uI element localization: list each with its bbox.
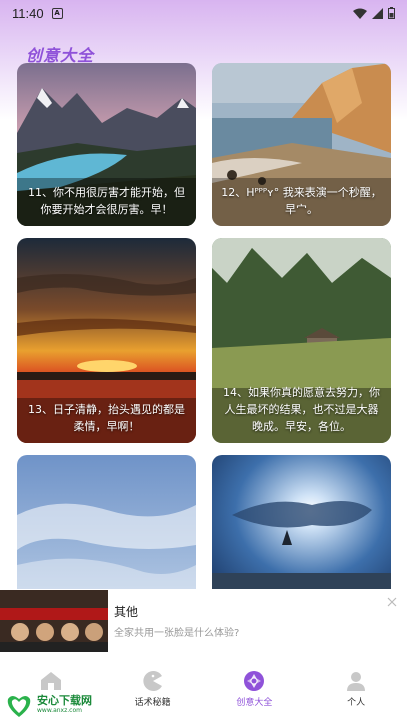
notification-icon: A bbox=[51, 7, 63, 19]
tab-ideas[interactable]: 创意大全 bbox=[204, 652, 306, 723]
status-icons bbox=[353, 7, 395, 19]
watermark: 安心下载网 www.anxz.com bbox=[4, 691, 92, 719]
status-time: 11:40 bbox=[12, 5, 44, 21]
aperture-icon bbox=[244, 671, 265, 691]
watermark-url: www.anxz.com bbox=[37, 707, 82, 714]
idea-card[interactable] bbox=[212, 455, 391, 589]
ad-subtitle: 全家共用一张脸是什么体验? bbox=[114, 628, 240, 639]
tab-label: 创意大全 bbox=[236, 698, 273, 708]
ad-thumbnail-image bbox=[0, 590, 108, 652]
tab-scripts[interactable]: 话术秘籍 bbox=[102, 652, 204, 723]
idea-card[interactable]: 14、如果你真的愿意去努力，你人生最坏的结果，也不过是大器晚成。早安，各位。 bbox=[212, 238, 391, 443]
idea-card[interactable]: 13、日子清静，抬头遇见的都是柔情，早啊！ bbox=[17, 238, 196, 443]
card-image-cloudy-sky bbox=[17, 455, 196, 589]
tab-profile[interactable]: 个人 bbox=[305, 652, 407, 723]
person-icon bbox=[347, 672, 366, 691]
watermark-name: 安心下载网 bbox=[37, 694, 92, 707]
card-caption: 14、如果你真的愿意去努力，你人生最坏的结果，也不过是大器晚成。早安，各位。 bbox=[223, 386, 380, 433]
card-image-sunburst-cloud bbox=[212, 455, 391, 589]
ad-thumbnail[interactable] bbox=[0, 590, 108, 652]
card-caption: 11、你不用很厉害才能开始，但你要开始才会很厉害。早！ bbox=[28, 186, 185, 216]
watermark-text: 安心下载网 www.anxz.com bbox=[37, 695, 92, 715]
home-icon bbox=[40, 672, 61, 690]
watermark-logo bbox=[7, 696, 31, 717]
ad-text: 其他 全家共用一张脸是什么体验? bbox=[114, 603, 239, 639]
idea-card[interactable]: 11、你不用很厉害才能开始，但你要开始才会很厉害。早！ bbox=[17, 63, 196, 226]
idea-card[interactable] bbox=[17, 455, 196, 589]
battery-icon bbox=[388, 7, 395, 19]
status-bar: 11:40 A bbox=[0, 0, 407, 26]
close-icon[interactable] bbox=[387, 597, 397, 607]
wifi-icon bbox=[353, 8, 367, 19]
ad-banner[interactable]: 其他 全家共用一张脸是什么体验? bbox=[0, 590, 407, 652]
tab-label: 话术秘籍 bbox=[134, 698, 171, 708]
ad-title: 其他 bbox=[114, 605, 139, 619]
cell-signal-icon bbox=[372, 7, 383, 19]
card-caption: 12、Hᴾᴾᴾʏ° 我来表演一个秒醒，早宀。 bbox=[221, 186, 382, 216]
card-caption: 13、日子清静，抬头遇见的都是柔情，早啊！ bbox=[28, 403, 185, 433]
tab-label: 个人 bbox=[347, 698, 366, 708]
idea-card-grid[interactable]: 11、你不用很厉害才能开始，但你要开始才会很厉害。早！ 12、Hᴾᴾᴾʏ° 我来… bbox=[17, 63, 391, 589]
idea-card[interactable]: 12、Hᴾᴾᴾʏ° 我来表演一个秒醒，早宀。 bbox=[212, 63, 391, 226]
pacman-icon bbox=[142, 671, 162, 691]
